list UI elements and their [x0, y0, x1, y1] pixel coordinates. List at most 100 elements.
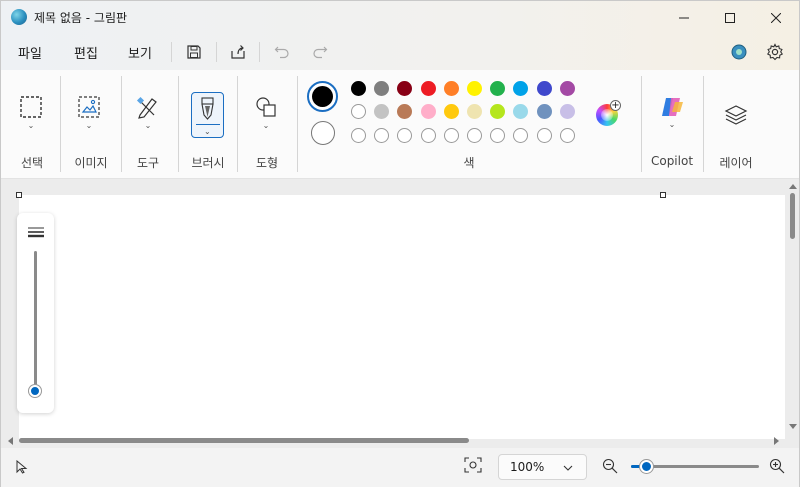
zoom-out-button[interactable]	[602, 458, 620, 476]
close-icon	[771, 12, 781, 23]
canvas-area	[1, 179, 799, 448]
title-bar: 제목 없음 - 그림판	[1, 1, 799, 34]
drawing-canvas[interactable]	[19, 195, 785, 439]
brush-button-divider	[196, 124, 220, 125]
primary-color-button[interactable]	[307, 81, 338, 112]
color-swatch[interactable]	[351, 81, 366, 96]
color-swatch[interactable]	[513, 104, 529, 119]
settings-button[interactable]	[765, 42, 785, 62]
undo-button[interactable]	[272, 42, 292, 62]
horizontal-scrollbar[interactable]	[1, 434, 787, 446]
color-swatch[interactable]	[467, 104, 482, 119]
color-swatch[interactable]	[420, 81, 436, 96]
scroll-right-arrow-icon	[774, 437, 779, 445]
account-button[interactable]	[729, 42, 749, 62]
custom-color-slot[interactable]	[490, 128, 506, 143]
tools-tool[interactable]: ⌄	[136, 95, 160, 130]
color-swatch[interactable]	[397, 81, 413, 96]
custom-color-slot[interactable]	[536, 128, 552, 143]
group-label-colors: 색	[463, 156, 475, 170]
zoom-in-button[interactable]	[769, 458, 787, 476]
custom-color-slot[interactable]	[443, 128, 459, 143]
fit-to-window-button[interactable]	[464, 457, 484, 477]
brushes-button[interactable]: ⌄	[191, 92, 224, 138]
scroll-up-arrow-icon	[789, 184, 797, 189]
color-swatch[interactable]	[443, 81, 459, 96]
shapes-tool[interactable]: ⌄	[254, 95, 278, 130]
custom-color-slot[interactable]	[513, 128, 529, 143]
account-icon	[731, 44, 747, 60]
vertical-scrollbar[interactable]	[787, 179, 799, 441]
color-swatch[interactable]	[536, 104, 552, 119]
layers-icon	[724, 105, 748, 125]
color-swatch[interactable]	[420, 104, 436, 119]
minimize-button[interactable]	[661, 1, 707, 34]
primary-color-swatch	[312, 86, 333, 107]
canvas-resize-handle[interactable]	[16, 192, 22, 198]
menu-divider	[259, 42, 260, 62]
color-swatch[interactable]	[559, 104, 575, 119]
group-label-copilot: Copilot	[650, 154, 694, 168]
color-swatch[interactable]	[351, 104, 366, 119]
plus-icon: +	[610, 100, 621, 111]
brush-size-thumb[interactable]	[29, 385, 41, 397]
ribbon-divider	[237, 76, 238, 172]
brush-size-track[interactable]	[34, 251, 37, 391]
color-swatch[interactable]	[490, 81, 506, 96]
copilot-icon	[662, 98, 683, 116]
custom-color-slot[interactable]	[351, 128, 366, 143]
zoom-slider-track[interactable]	[631, 460, 759, 473]
secondary-color-button[interactable]	[311, 121, 335, 145]
redo-button[interactable]	[310, 42, 330, 62]
selection-tool[interactable]: ⌄	[19, 95, 43, 130]
save-icon	[187, 45, 201, 59]
color-swatch[interactable]	[374, 81, 390, 96]
image-tool[interactable]: ⌄	[77, 95, 101, 130]
custom-color-slot[interactable]	[467, 128, 482, 143]
zoom-slider-thumb[interactable]	[640, 460, 654, 473]
layers-button[interactable]	[724, 104, 748, 126]
color-swatch[interactable]	[536, 81, 552, 96]
gear-icon	[766, 43, 784, 61]
color-swatch[interactable]	[490, 104, 506, 119]
status-bar: 100%	[1, 448, 799, 487]
color-swatch[interactable]	[397, 104, 413, 119]
shapes-icon	[256, 97, 276, 117]
maximize-button[interactable]	[707, 1, 753, 34]
redo-icon	[313, 46, 328, 59]
menu-view[interactable]: 보기	[128, 43, 152, 62]
vertical-scroll-thumb[interactable]	[790, 193, 795, 239]
color-swatch[interactable]	[467, 81, 482, 96]
chevron-down-icon: ⌄	[204, 127, 211, 136]
menu-file[interactable]: 파일	[18, 43, 42, 62]
chevron-down-icon: ⌄	[144, 121, 152, 130]
zoom-dropdown[interactable]: 100%	[498, 454, 587, 480]
color-swatch[interactable]	[513, 81, 529, 96]
close-button[interactable]	[753, 1, 799, 34]
custom-color-slot[interactable]	[374, 128, 390, 143]
custom-color-slot[interactable]	[559, 128, 575, 143]
brush-size-panel	[17, 213, 54, 413]
copilot-button[interactable]: ⌄	[659, 96, 685, 129]
custom-color-slot[interactable]	[397, 128, 413, 143]
color-swatch[interactable]	[559, 81, 575, 96]
pencil-eraser-icon	[136, 96, 157, 119]
menu-edit[interactable]: 편집	[74, 43, 98, 62]
ribbon-divider	[297, 76, 298, 172]
group-label-image: 이미지	[74, 156, 108, 170]
canvas-resize-handle[interactable]	[660, 192, 666, 198]
custom-color-slot[interactable]	[420, 128, 436, 143]
cursor-icon	[16, 460, 28, 474]
brush-icon	[201, 97, 214, 120]
horizontal-scroll-thumb[interactable]	[19, 438, 469, 443]
color-swatch[interactable]	[443, 104, 459, 119]
ribbon-divider	[60, 76, 61, 172]
chevron-down-icon: ⌄	[85, 121, 93, 130]
chevron-down-icon: ⌄	[27, 121, 35, 130]
share-button[interactable]	[228, 42, 248, 62]
paint-window: 제목 없음 - 그림판 파일 편집 보기 ⌄ 선택 ⌄ 이미지 ⌄ 도구 ⌄ 브…	[0, 0, 800, 487]
color-swatch[interactable]	[374, 104, 390, 119]
save-button[interactable]	[184, 42, 204, 62]
zoom-out-icon	[602, 458, 618, 474]
edit-colors-button[interactable]: +	[596, 100, 621, 126]
